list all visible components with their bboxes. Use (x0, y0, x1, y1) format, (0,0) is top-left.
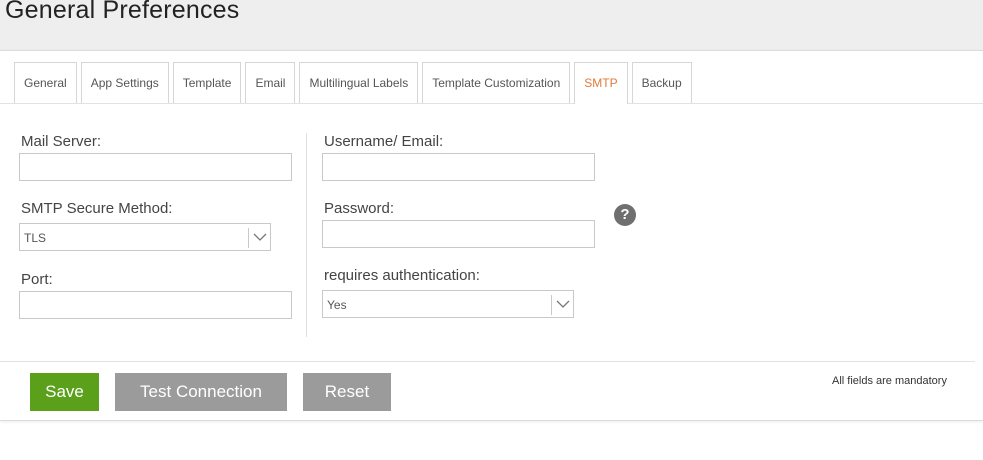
port-label: Port: (21, 271, 53, 288)
save-button[interactable]: Save (30, 373, 99, 411)
preferences-panel: General App Settings Template Email Mult… (0, 50, 983, 421)
tab-bar: General App Settings Template Email Mult… (14, 62, 692, 104)
username-email-label: Username/ Email: (324, 133, 444, 150)
column-divider (306, 133, 307, 337)
tab-smtp[interactable]: SMTP (574, 62, 628, 104)
requires-authentication-value: Yes (327, 298, 347, 312)
page-title: General Preferences (5, 0, 240, 24)
chevron-down-icon (556, 300, 570, 308)
chevron-down-icon (253, 233, 267, 241)
tab-backup[interactable]: Backup (631, 62, 692, 103)
tab-multilingual-labels[interactable]: Multilingual Labels (299, 62, 419, 103)
tab-app-settings[interactable]: App Settings (80, 62, 169, 103)
select-separator (248, 228, 249, 248)
password-label: Password: (324, 200, 395, 217)
port-input[interactable] (19, 291, 292, 319)
test-connection-button[interactable]: Test Connection (115, 373, 287, 411)
tab-general[interactable]: General (14, 62, 77, 103)
smtp-secure-method-label: SMTP Secure Method: (21, 200, 173, 217)
smtp-secure-method-select[interactable]: TLS (19, 223, 271, 251)
requires-authentication-label: requires authentication: (324, 267, 480, 284)
reset-button[interactable]: Reset (303, 373, 391, 411)
tab-template[interactable]: Template (172, 62, 242, 103)
select-separator (551, 295, 552, 315)
help-icon[interactable]: ? (614, 204, 636, 226)
password-input[interactable] (322, 220, 595, 248)
username-email-input[interactable] (322, 153, 595, 181)
smtp-secure-method-value: TLS (24, 231, 47, 245)
footer-divider (0, 361, 975, 362)
requires-authentication-select[interactable]: Yes (322, 290, 574, 318)
tab-email[interactable]: Email (245, 62, 296, 103)
mandatory-note: All fields are mandatory (832, 375, 947, 387)
mail-server-input[interactable] (19, 153, 292, 181)
mail-server-label: Mail Server: (21, 133, 102, 150)
tab-template-customization[interactable]: Template Customization (422, 62, 571, 103)
tabs-divider (0, 103, 983, 104)
